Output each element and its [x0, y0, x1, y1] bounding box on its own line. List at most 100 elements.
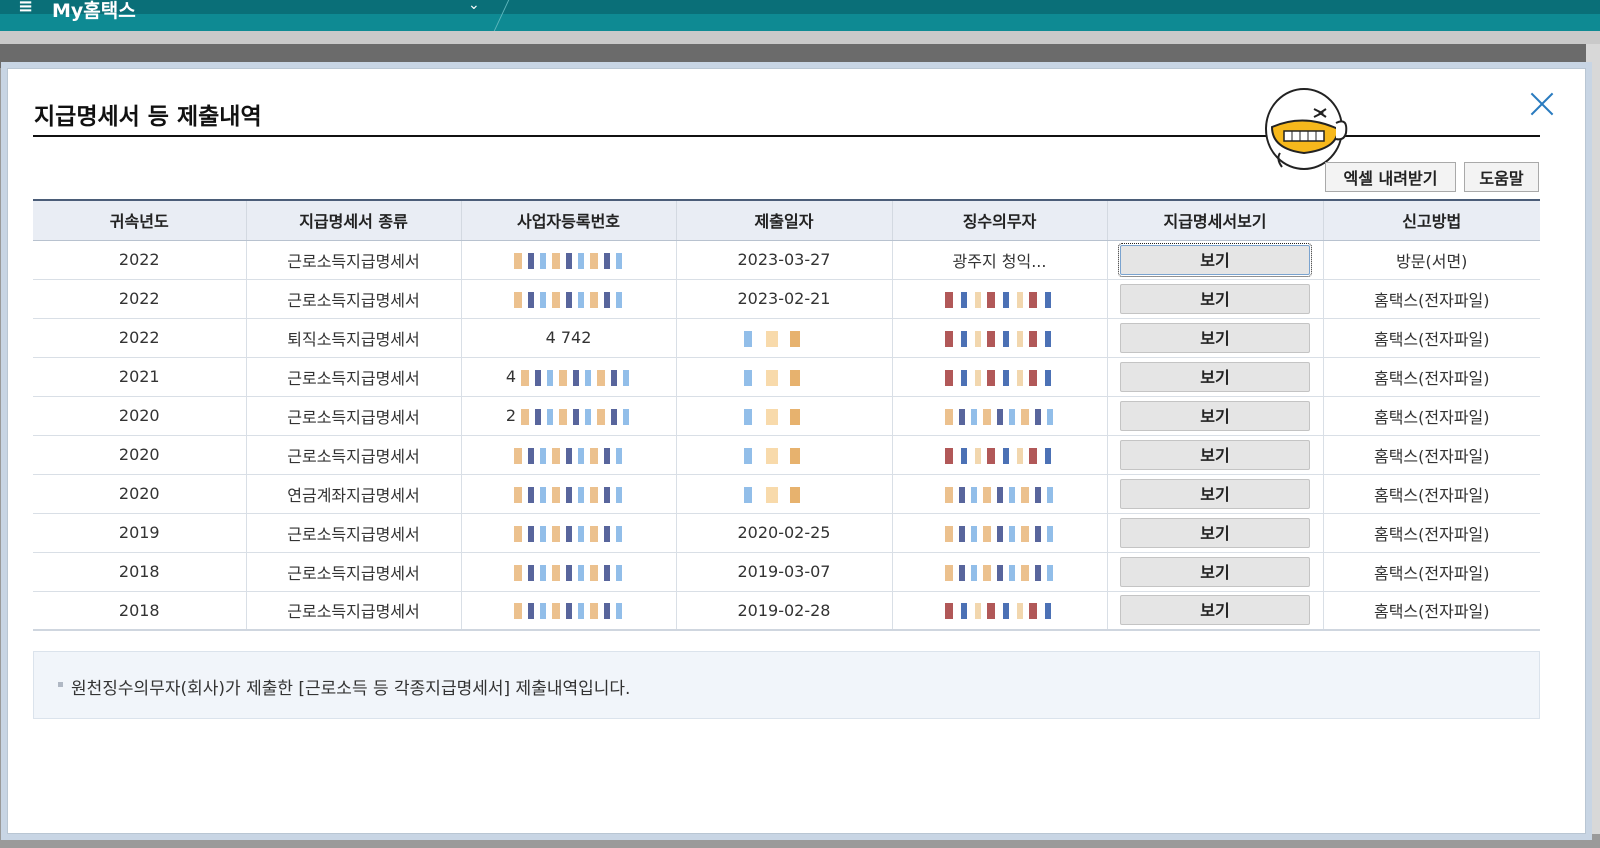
cell-payer	[891, 279, 1107, 319]
cell-bizno	[460, 279, 676, 319]
masked-payer	[944, 486, 1055, 503]
cell-type: 근로소득지급명세서	[245, 591, 461, 631]
bullet-icon	[58, 682, 63, 687]
cell-bizno	[460, 513, 676, 553]
masked-bizno	[513, 525, 624, 542]
cell-type: 근로소득지급명세서	[245, 357, 461, 397]
view-button[interactable]: 보기	[1118, 242, 1312, 277]
view-button[interactable]: 보기	[1120, 478, 1310, 509]
masked-payer	[944, 369, 1055, 386]
masked-date	[744, 447, 824, 464]
table-row: 2020 연금계좌지급명세서 보기 홈택스(전자파일)	[33, 474, 1540, 514]
masked-date	[744, 369, 824, 386]
info-note-box: 원천징수의무자(회사)가 제출한 [근로소득 등 각종지급명세서] 제출내역입니…	[33, 651, 1540, 719]
cell-date	[675, 435, 892, 475]
cell-payer: 광주지 청익...	[891, 240, 1107, 280]
cell-view: 보기	[1106, 279, 1323, 319]
view-button[interactable]: 보기	[1120, 400, 1310, 431]
cell-method: 홈택스(전자파일)	[1322, 513, 1540, 553]
cell-method: 홈택스(전자파일)	[1322, 552, 1540, 592]
table-row: 2018 근로소득지급명세서 2019-03-07 보기 홈택스(전자파일)	[33, 552, 1540, 592]
masked-payer	[944, 291, 1055, 308]
top-strip	[0, 0, 1600, 14]
col-header-method[interactable]: 신고방법	[1322, 199, 1540, 241]
cell-method: 방문(서면)	[1322, 240, 1540, 280]
masked-date	[744, 486, 824, 503]
chevron-down-icon[interactable]: ⌄	[468, 0, 480, 13]
cell-year: 2020	[33, 396, 246, 436]
cell-payer	[891, 474, 1107, 514]
cell-bizno	[460, 591, 676, 631]
masked-bizno	[513, 486, 624, 503]
cell-bizno	[460, 552, 676, 592]
submission-table: 귀속년도 지급명세서 종류 사업자등록번호 제출일자 징수의무자 지급명세서보기…	[33, 199, 1540, 631]
cell-year: 2020	[33, 435, 246, 475]
masked-payer	[944, 564, 1055, 581]
cell-payer	[891, 435, 1107, 475]
cell-type: 근로소득지급명세서	[245, 240, 461, 280]
cell-date	[675, 357, 892, 397]
cell-date	[675, 318, 892, 358]
cell-view: 보기	[1106, 396, 1323, 436]
help-button[interactable]: 도움말	[1464, 162, 1539, 192]
excel-download-button[interactable]: 엑셀 내려받기	[1325, 162, 1456, 192]
hamburger-icon[interactable]: ≡	[18, 0, 33, 17]
cell-bizno-text: 4	[505, 367, 517, 386]
cell-method: 홈택스(전자파일)	[1322, 591, 1540, 631]
cell-type: 근로소득지급명세서	[245, 435, 461, 475]
view-button[interactable]: 보기	[1120, 283, 1310, 314]
view-button[interactable]: 보기	[1120, 439, 1310, 470]
view-button[interactable]: 보기	[1120, 556, 1310, 587]
cell-bizno-text: 2	[505, 406, 517, 425]
cell-type: 연금계좌지급명세서	[245, 474, 461, 514]
submission-history-modal: 지급명세서 등 제출내역 엑셀 내려받기 도움말 귀속년도 지급명세서 종류 사…	[7, 68, 1586, 834]
cell-bizno-text: 4 742	[545, 328, 592, 347]
cell-year: 2020	[33, 474, 246, 514]
masked-date	[744, 408, 824, 425]
table-row: 2021 근로소득지급명세서 4 보기 홈택스(전자파일)	[33, 357, 1540, 397]
cell-view: 보기	[1106, 318, 1323, 358]
cell-view: 보기	[1106, 513, 1323, 553]
cell-method: 홈택스(전자파일)	[1322, 357, 1540, 397]
cell-year: 2019	[33, 513, 246, 553]
cell-method: 홈택스(전자파일)	[1322, 318, 1540, 358]
table-header-row: 귀속년도 지급명세서 종류 사업자등록번호 제출일자 징수의무자 지급명세서보기…	[33, 199, 1540, 241]
cell-method: 홈택스(전자파일)	[1322, 474, 1540, 514]
masked-bizno	[513, 603, 624, 620]
masked-bizno	[521, 408, 632, 425]
cell-view: 보기	[1106, 240, 1323, 280]
modal-title: 지급명세서 등 제출내역	[34, 104, 262, 130]
masked-bizno	[513, 252, 624, 269]
cell-date: 2023-03-27	[675, 240, 892, 280]
col-header-payer[interactable]: 징수의무자	[891, 199, 1107, 241]
cell-view: 보기	[1106, 591, 1323, 631]
cell-date: 2020-02-25	[675, 513, 892, 553]
view-button[interactable]: 보기	[1120, 361, 1310, 392]
close-icon[interactable]	[1529, 91, 1555, 117]
table-row: 2018 근로소득지급명세서 2019-02-28 보기 홈택스(전자파일)	[33, 591, 1540, 631]
masked-bizno	[521, 369, 632, 386]
table-row: 2022 근로소득지급명세서 2023-02-21 보기 홈택스(전자파일)	[33, 279, 1540, 319]
cell-payer	[891, 513, 1107, 553]
col-header-type[interactable]: 지급명세서 종류	[245, 199, 461, 241]
app-title[interactable]: My홈택스	[52, 0, 136, 23]
table-row: 2022 근로소득지급명세서 2023-03-27 광주지 청익... 보기 방…	[33, 240, 1540, 280]
col-header-bizno[interactable]: 사업자등록번호	[460, 199, 676, 241]
top-navigation-bar: ≡ My홈택스 ⌄	[0, 0, 1600, 31]
view-button[interactable]: 보기	[1120, 322, 1310, 353]
page-scrollbar[interactable]	[1586, 44, 1600, 834]
col-header-view: 지급명세서보기	[1106, 199, 1323, 241]
masked-bizno	[513, 564, 624, 581]
col-header-year[interactable]: 귀속년도	[33, 199, 246, 241]
col-header-date[interactable]: 제출일자	[675, 199, 892, 241]
view-button[interactable]: 보기	[1120, 595, 1310, 626]
cell-date	[675, 474, 892, 514]
cell-view: 보기	[1106, 357, 1323, 397]
masked-bizno	[513, 447, 624, 464]
masked-payer	[944, 447, 1055, 464]
table-row: 2022 퇴직소득지급명세서 4 742 보기 홈택스(전자파일)	[33, 318, 1540, 358]
cell-type: 근로소득지급명세서	[245, 396, 461, 436]
view-button[interactable]: 보기	[1120, 517, 1310, 548]
cell-date	[675, 396, 892, 436]
overlay-band-dark	[0, 44, 1600, 68]
